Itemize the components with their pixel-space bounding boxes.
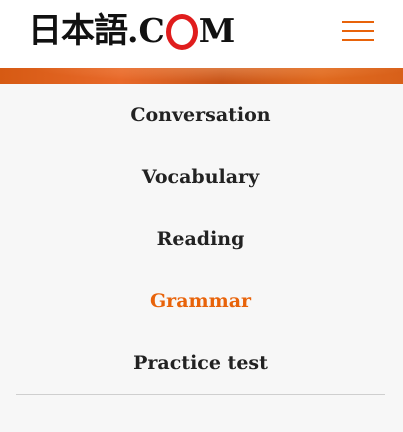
hamburger-line [342,21,374,23]
hamburger-menu-icon[interactable] [342,19,374,43]
logo-dot: . [127,11,139,50]
header-banner [0,68,403,84]
logo-m: M [198,11,236,50]
menu-divider [16,394,385,395]
site-logo[interactable]: 日本語. C M [28,10,235,52]
menu-item-grammar[interactable]: Grammar [16,270,385,332]
menu-item-vocabulary[interactable]: Vocabulary [16,146,385,208]
menu-item-conversation[interactable]: Conversation [16,84,385,146]
main-menu: Conversation Vocabulary Reading Grammar … [16,84,385,394]
hamburger-line [342,30,374,32]
logo-ring-icon [165,14,198,50]
site-header: 日本語. C M [0,0,403,68]
menu-item-reading[interactable]: Reading [16,208,385,270]
menu-item-practice-test[interactable]: Practice test [16,332,385,394]
logo-kanji: 日本語 [28,11,128,51]
logo-c: C [138,11,165,50]
hamburger-line [342,39,374,41]
